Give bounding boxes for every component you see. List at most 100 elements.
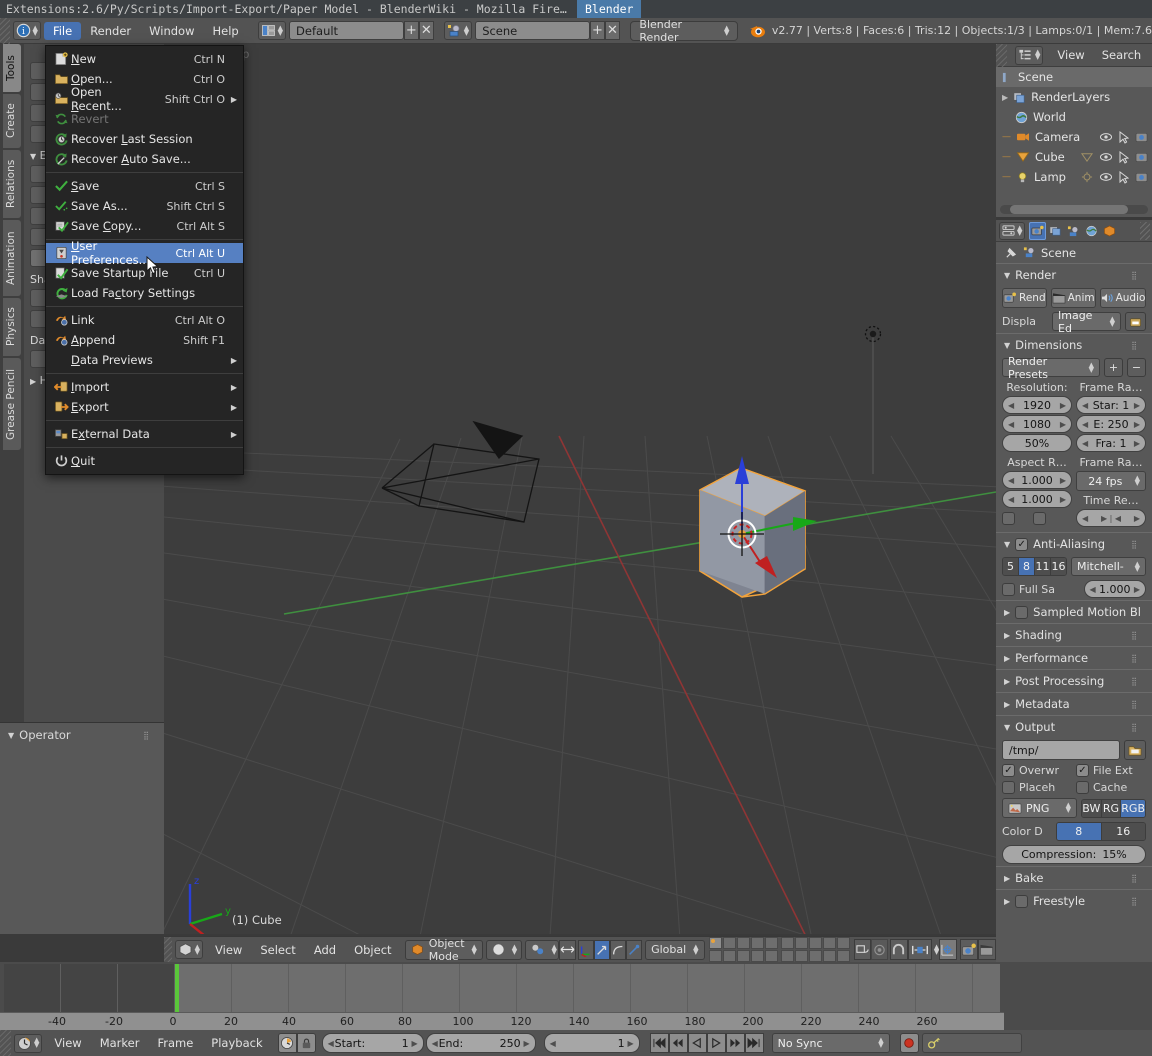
panel-header-output[interactable]: ▼ Output ⣿: [996, 715, 1152, 738]
cursor-arrow-icon[interactable]: [1118, 130, 1130, 144]
display-preview-button[interactable]: [1125, 312, 1146, 331]
anti-aliasing-checkbox[interactable]: ✓: [1015, 537, 1029, 551]
resolution-y-field[interactable]: ◀ 1080 ▶: [1002, 415, 1072, 433]
render-still-button[interactable]: Rend: [1002, 288, 1047, 308]
previous-keyframe-button[interactable]: [668, 1033, 688, 1053]
panel-header-freestyle[interactable]: ▶ Freestyle ⣿: [996, 889, 1152, 912]
start-frame-field[interactable]: ◀ Start: 1 ▶: [321, 1033, 424, 1053]
outliner-row-camera[interactable]: — Camera: [996, 127, 1152, 147]
timeline-menu-view[interactable]: View: [45, 1034, 90, 1052]
properties-tab-world[interactable]: [1083, 222, 1100, 240]
cache-result-checkbox[interactable]: [1076, 781, 1089, 794]
play-reverse-button[interactable]: [687, 1033, 707, 1053]
camera-restrict-icon[interactable]: [1135, 171, 1149, 183]
timeline-menu-marker[interactable]: Marker: [91, 1034, 149, 1052]
file-extensions-checkbox[interactable]: ✓: [1076, 764, 1089, 777]
end-frame-field[interactable]: ◀ End: 250 ▶: [425, 1033, 536, 1053]
timeline-canvas[interactable]: [4, 964, 1000, 1012]
menu-item-append[interactable]: Append Shift F1: [46, 330, 243, 350]
color-mode-rgb-nomask[interactable]: RG: [1101, 799, 1122, 817]
layer-cell[interactable]: [750, 950, 764, 962]
3d-viewport[interactable]: z y x User Persp (1) Cube: [164, 44, 996, 934]
frame-end-field[interactable]: ◀ E: 250 ▶: [1076, 415, 1146, 433]
full-sample-checkbox[interactable]: [1002, 582, 1015, 596]
aa-sample-8[interactable]: 8: [1019, 558, 1035, 575]
menu-item-quit[interactable]: Quit: [46, 451, 243, 471]
layer-cell[interactable]: [794, 937, 808, 949]
display-mode-selector[interactable]: Image Ed ▲ ▼: [1052, 309, 1121, 335]
resolution-x-field[interactable]: ◀ 1920 ▶: [1002, 396, 1072, 414]
compression-slider[interactable]: Compression: 15%: [1002, 845, 1146, 864]
outliner-row-world[interactable]: World: [996, 107, 1152, 127]
operator-panel-header[interactable]: ▼ Operator ⣿: [0, 723, 164, 747]
manipulator-extra-button[interactable]: [626, 939, 643, 960]
expand-triangle-icon[interactable]: ▶: [1002, 93, 1008, 102]
layer-cell[interactable]: [780, 937, 794, 949]
jump-to-end-button[interactable]: [744, 1033, 764, 1053]
crop-checkbox[interactable]: [1033, 512, 1046, 525]
freestyle-checkbox[interactable]: [1015, 894, 1029, 908]
panel-header-sampled-motion-blur[interactable]: ▶ Sampled Motion Bl: [996, 600, 1152, 623]
eye-icon[interactable]: [1099, 151, 1113, 163]
auto-keyframe-button[interactable]: [277, 1033, 297, 1053]
editor-type-selector-info[interactable]: i ▲ ▼: [12, 21, 41, 40]
menu-file[interactable]: File: [43, 21, 82, 40]
outliner-row-lamp[interactable]: — Lamp: [996, 167, 1152, 187]
interaction-mode-selector[interactable]: Object Mode ▲ ▼: [404, 937, 483, 963]
panel-header-metadata[interactable]: ▶ Metadata ⣿: [996, 692, 1152, 715]
layer-cell[interactable]: [750, 937, 764, 949]
panel-header-dimensions[interactable]: ▼ Dimensions ⣿: [996, 333, 1152, 356]
output-path-field[interactable]: /tmp/: [1002, 740, 1120, 760]
menu-item-new[interactable]: New Ctrl N: [46, 49, 243, 69]
render-audio-button[interactable]: Audio: [1099, 288, 1147, 308]
tool-tab-physics[interactable]: Physics: [3, 298, 21, 356]
menu-help[interactable]: Help: [203, 22, 247, 40]
layer-cell[interactable]: [708, 950, 722, 962]
render-presets-selector[interactable]: Render Presets ▲ ▼: [1002, 355, 1100, 381]
aspect-y-field[interactable]: ◀ 1.000 ▶: [1002, 490, 1072, 508]
menu-item-open-recent[interactable]: Open Recent... Shift Ctrl O ▶: [46, 85, 243, 113]
timeline-menu-playback[interactable]: Playback: [202, 1034, 271, 1052]
viewport-menu-object[interactable]: Object: [345, 941, 400, 959]
current-frame-field[interactable]: ◀ 1 ▶: [543, 1033, 640, 1053]
filter-size-field[interactable]: ◀ 1.000 ▶: [1083, 580, 1146, 598]
file-dropdown-menu[interactable]: New Ctrl N Open... Ctrl O Open Recent...…: [45, 45, 244, 475]
menu-item-user-preferences[interactable]: User Preferences... Ctrl Alt U: [46, 239, 243, 267]
color-mode-bw[interactable]: BW: [1082, 799, 1102, 817]
jump-to-start-button[interactable]: [649, 1033, 669, 1053]
panel-header-shading[interactable]: ▶ Shading ⣿: [996, 623, 1152, 646]
menu-item-recover-auto-save[interactable]: Recover Auto Save...: [46, 149, 243, 169]
properties-tab-object[interactable]: [1101, 222, 1118, 240]
layer-cell[interactable]: [836, 950, 850, 962]
eye-icon[interactable]: [1099, 131, 1113, 143]
panel-header-performance[interactable]: ▶ Performance ⣿: [996, 646, 1152, 669]
camera-restrict-icon[interactable]: [1135, 131, 1149, 143]
add-screen-layout-button[interactable]: +: [403, 21, 419, 40]
outliner-row-scene[interactable]: Scene: [996, 67, 1152, 87]
layer-cell[interactable]: [736, 950, 750, 962]
menu-item-import[interactable]: Import ▶: [46, 377, 243, 397]
outliner-menu-search[interactable]: Search: [1096, 46, 1148, 64]
record-button[interactable]: [899, 1033, 919, 1053]
browse-output-folder-button[interactable]: [1124, 740, 1146, 760]
placeholders-checkbox[interactable]: [1002, 781, 1015, 794]
delete-scene-button[interactable]: ✕: [604, 21, 620, 40]
magnet-icon-button[interactable]: [890, 939, 908, 960]
viewport-shading-selector[interactable]: ▲ ▼: [485, 939, 522, 960]
panel-header-bake[interactable]: ▶ Bake ⣿: [996, 866, 1152, 889]
scene-name-field[interactable]: Scene: [475, 21, 590, 40]
aa-sample-11[interactable]: 11: [1035, 558, 1051, 575]
layer-cell[interactable]: [764, 937, 778, 949]
layer-cell[interactable]: [822, 937, 836, 949]
layer-cell[interactable]: [764, 950, 778, 962]
aa-filter-selector[interactable]: Mitchell- ▲ ▼: [1071, 557, 1146, 576]
manipulator-toggle-button[interactable]: [558, 939, 576, 960]
remove-preset-button[interactable]: −: [1127, 358, 1146, 377]
outliner-row-renderlayers[interactable]: ▶ RenderLayers: [996, 87, 1152, 107]
editor-type-selector-properties[interactable]: ▲ ▼: [999, 221, 1026, 240]
timeline-menu-frame[interactable]: Frame: [148, 1034, 202, 1052]
menu-item-recover-last-session[interactable]: Recover Last Session: [46, 129, 243, 149]
color-depth-segmented[interactable]: 8 16: [1056, 822, 1146, 841]
snap-element-selector[interactable]: [907, 939, 932, 960]
color-mode-rgba[interactable]: RGB: [1121, 799, 1145, 817]
